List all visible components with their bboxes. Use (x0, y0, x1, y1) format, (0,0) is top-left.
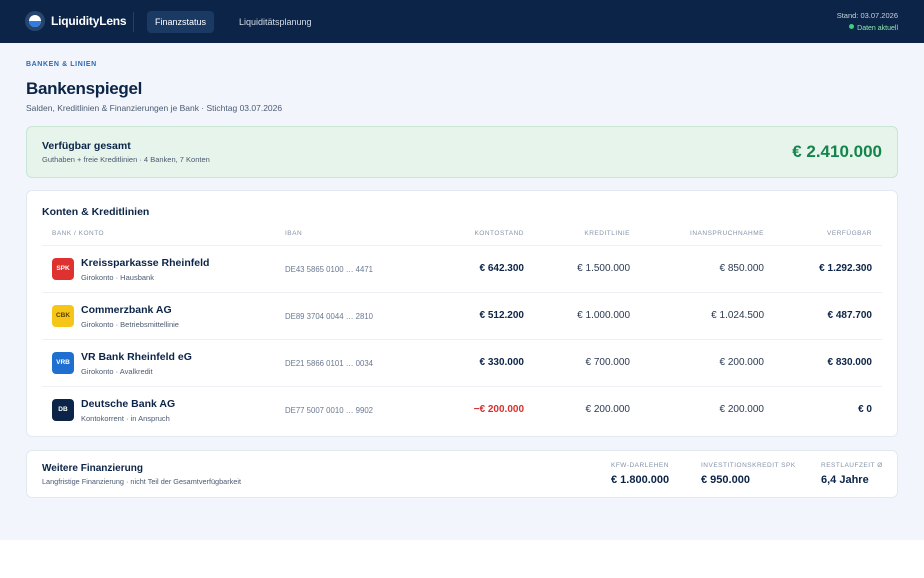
utilization: € 1.024.500 (711, 310, 764, 321)
financing-value-term: 6,4 Jahre (821, 474, 869, 486)
financing-label-investment: INVESTITIONSKREDIT SPK (701, 462, 796, 469)
utilization: € 200.000 (719, 357, 765, 368)
bank-name: Kreissparkasse Rheinfeld (81, 257, 210, 269)
financing-card: Weitere Finanzierung Langfristige Finanz… (26, 450, 898, 498)
credit-line: € 700.000 (585, 357, 631, 368)
stand-date: Stand: 03.07.2026 (836, 11, 898, 20)
credit-line: € 1.500.000 (577, 263, 630, 274)
status-indicator: Daten aktuell (849, 24, 898, 32)
financing-value-investment: € 950.000 (701, 474, 750, 486)
nav-finanzstatus[interactable]: Finanzstatus (147, 11, 215, 33)
account-type: Girokonto · Hausbank (81, 273, 154, 282)
available-total-value: € 2.410.000 (792, 142, 882, 161)
credit-line: € 1.000.000 (577, 310, 630, 321)
accounts-card: Konten & Kreditlinien BANK / KONTO IBAN … (26, 190, 898, 437)
page-title: Bankenspiegel (26, 79, 143, 98)
brand-name: LiquidityLens (51, 14, 127, 28)
table-row[interactable]: CBK Commerzbank AG Girokonto · Betriebsm… (42, 293, 882, 339)
column-header-credit-line: KREDITLINIE (584, 230, 630, 237)
available-total-title: Verfügbar gesamt (42, 140, 131, 152)
credit-line: € 200.000 (585, 404, 631, 415)
available: € 0 (858, 404, 872, 415)
divider (133, 12, 134, 32)
iban: DE77 5007 0010 … 9902 (285, 406, 374, 415)
bank-name: Deutsche Bank AG (81, 398, 176, 410)
column-header-balance: KONTOSTAND (474, 230, 524, 237)
bank-name: Commerzbank AG (81, 304, 172, 316)
column-header-bank: BANK / KONTO (52, 230, 105, 237)
balance: € 330.000 (479, 357, 525, 368)
financing-subtitle: Langfristige Finanzierung · nicht Teil d… (42, 477, 242, 486)
bank-logo-icon: CBK (52, 305, 74, 327)
iban: DE89 3704 0044 … 2810 (285, 312, 374, 321)
account-type: Girokonto · Avalkredit (81, 367, 153, 376)
main-content: BANKEN & LINIEN Bankenspiegel Salden, Kr… (0, 43, 924, 540)
financing-value-kfw: € 1.800.000 (611, 474, 670, 486)
column-header-iban: IBAN (285, 230, 303, 237)
financing-label-kfw: KFW-DARLEHEN (611, 462, 669, 469)
bank-logo-icon: VRB (52, 352, 74, 374)
iban: DE21 5866 0101 … 0034 (285, 359, 374, 368)
available-total-card: Verfügbar gesamt Guthaben + freie Kredit… (26, 126, 898, 178)
logo-icon (25, 11, 45, 31)
bank-logo-icon: DB (52, 399, 74, 421)
accounts-title: Konten & Kreditlinien (42, 206, 150, 218)
bank-logo-icon: SPK (52, 258, 74, 280)
available: € 830.000 (827, 357, 873, 368)
balance: −€ 200.000 (473, 404, 524, 415)
available: € 1.292.300 (819, 263, 872, 274)
balance: € 512.200 (479, 310, 525, 321)
page-subtitle: Salden, Kreditlinien & Finanzierungen je… (26, 103, 283, 113)
utilization: € 200.000 (719, 404, 765, 415)
account-type: Girokonto · Betriebsmittellinie (81, 320, 179, 329)
page-eyebrow: BANKEN & LINIEN (26, 61, 97, 68)
utilization: € 850.000 (719, 263, 765, 274)
bank-name: VR Bank Rheinfeld eG (81, 351, 192, 363)
top-bar: LiquidityLens Finanzstatus Liquiditätspl… (0, 0, 924, 43)
balance: € 642.300 (479, 263, 525, 274)
financing-title: Weitere Finanzierung (42, 463, 143, 474)
available: € 487.700 (827, 310, 873, 321)
financing-label-term: RESTLAUFZEIT Ø (821, 462, 883, 469)
table-row[interactable]: DB Deutsche Bank AG Kontokorrent · in An… (42, 387, 882, 433)
iban: DE43 5865 0100 … 4471 (285, 265, 374, 274)
column-header-available: VERFÜGBAR (827, 230, 872, 237)
nav-liquiditaetsplanung[interactable]: Liquiditätsplanung (231, 11, 320, 33)
table-row[interactable]: SPK Kreissparkasse Rheinfeld Girokonto ·… (42, 246, 882, 292)
table-row[interactable]: VRB VR Bank Rheinfeld eG Girokonto · Ava… (42, 340, 882, 386)
status-text: Daten aktuell (857, 25, 898, 32)
account-type: Kontokorrent · in Anspruch (81, 414, 170, 423)
status-dot-icon (849, 24, 855, 29)
column-header-utilization: INANSPRUCHNAHME (690, 230, 764, 237)
available-total-subtitle: Guthaben + freie Kreditlinien · 4 Banken… (42, 155, 210, 164)
